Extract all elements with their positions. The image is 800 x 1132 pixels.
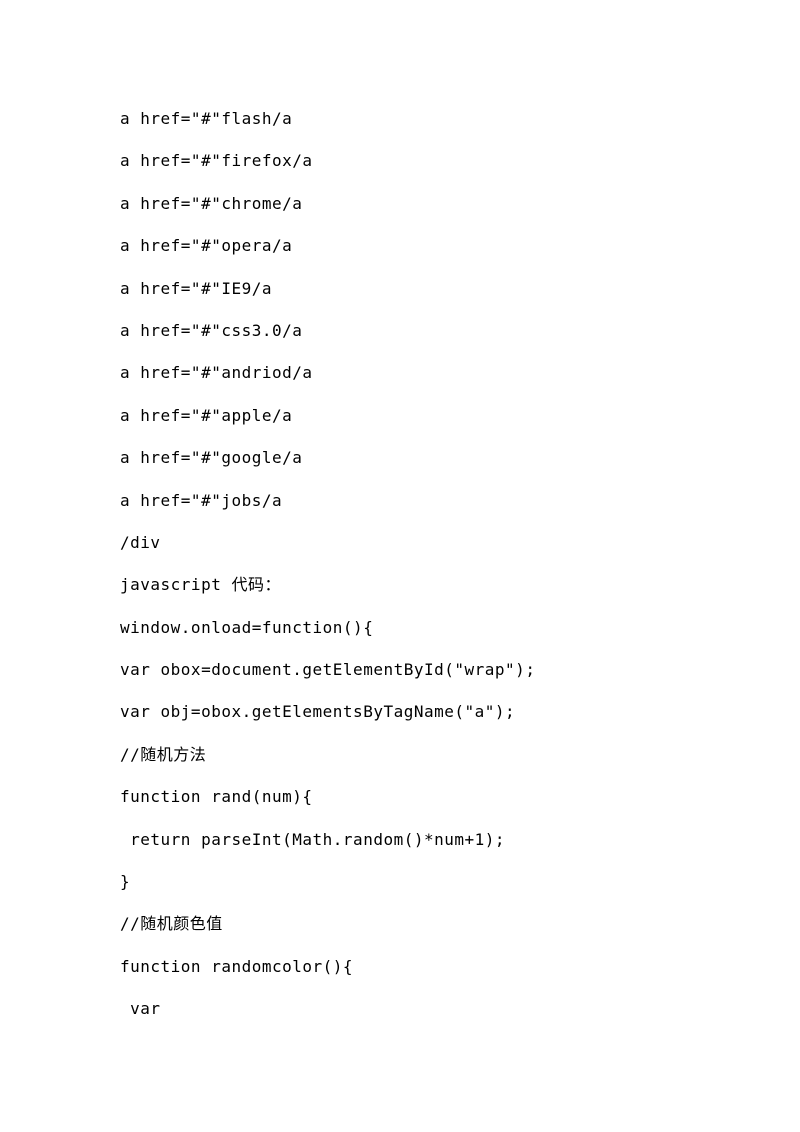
code-line: a href="#"IE9/a: [120, 278, 680, 300]
code-line: a href="#"apple/a: [120, 405, 680, 427]
code-line: a href="#"google/a: [120, 447, 680, 469]
code-line: a href="#"andriod/a: [120, 362, 680, 384]
code-line: var obj=obox.getElementsByTagName("a");: [120, 701, 680, 723]
code-line: var: [120, 998, 680, 1020]
code-line: a href="#"flash/a: [120, 108, 680, 130]
code-line: a href="#"chrome/a: [120, 193, 680, 215]
code-line: var obox=document.getElementById("wrap")…: [120, 659, 680, 681]
document-page: a href="#"flash/a a href="#"firefox/a a …: [0, 0, 800, 1021]
code-line: //随机颜色值: [120, 913, 680, 935]
code-line: function rand(num){: [120, 786, 680, 808]
code-line: function randomcolor(){: [120, 956, 680, 978]
code-line: a href="#"jobs/a: [120, 490, 680, 512]
code-line: return parseInt(Math.random()*num+1);: [120, 829, 680, 851]
code-line: window.onload=function(){: [120, 617, 680, 639]
code-line: javascript 代码：: [120, 574, 680, 596]
code-line: }: [120, 871, 680, 893]
code-line: a href="#"css3.0/a: [120, 320, 680, 342]
code-line: a href="#"firefox/a: [120, 150, 680, 172]
code-line: //随机方法: [120, 744, 680, 766]
code-line: /div: [120, 532, 680, 554]
code-line: a href="#"opera/a: [120, 235, 680, 257]
